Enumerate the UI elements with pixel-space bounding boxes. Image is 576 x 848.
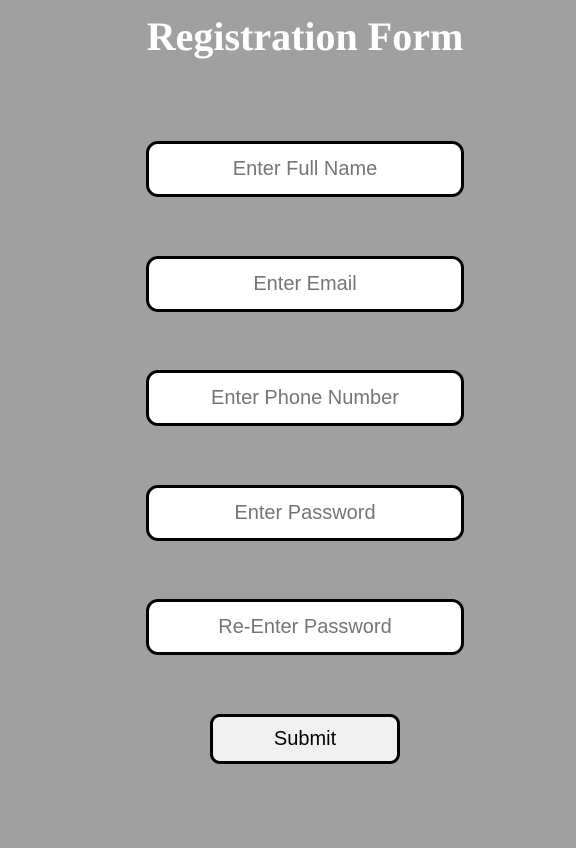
submit-button[interactable]: Submit <box>210 714 400 764</box>
phone-number-input[interactable] <box>146 370 464 426</box>
email-input[interactable] <box>146 256 464 312</box>
re-enter-password-input[interactable] <box>146 599 464 655</box>
page-title: Registration Form <box>146 14 464 59</box>
full-name-input[interactable] <box>146 141 464 197</box>
password-input[interactable] <box>146 485 464 541</box>
